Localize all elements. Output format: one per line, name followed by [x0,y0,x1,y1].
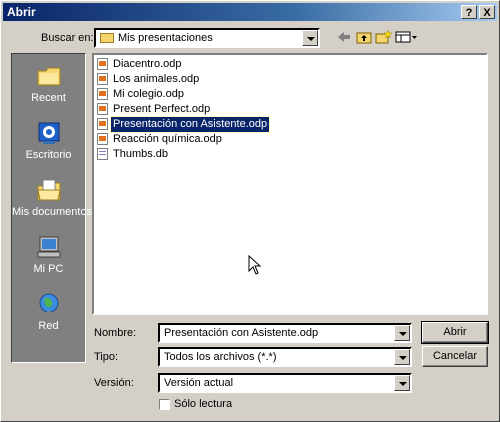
look-in-value: Mis presentaciones [118,32,213,44]
place-label: Mis documentos [12,206,93,218]
file-name: Present Perfect.odp [113,103,211,115]
presentation-file-icon [97,118,108,130]
file-name: Los animales.odp [113,73,200,85]
recent-folder-icon [37,67,61,86]
my-documents-icon [37,179,61,201]
readonly-label: Sólo lectura [174,398,233,410]
file-list[interactable]: Diacentro.odp Los animales.odp Mi colegi… [92,53,488,315]
cancel-button[interactable]: Cancelar [422,346,488,367]
look-in-label: Buscar en: [41,32,94,44]
file-name: Reacción química.odp [113,133,222,145]
presentation-file-icon [97,73,108,85]
chevron-down-icon[interactable] [302,30,318,46]
my-computer-icon [37,236,61,258]
network-icon [39,293,59,314]
folder-icon [100,33,114,43]
close-button[interactable]: X [479,5,495,19]
file-name: Presentación con Asistente.odp [109,116,271,133]
presentation-file-icon [97,58,108,70]
file-name: Mi colegio.odp [113,88,184,100]
new-folder-icon[interactable] [374,29,392,45]
place-recent[interactable]: Recent [12,60,85,116]
version-label: Versión: [94,377,134,389]
place-label: Mi PC [33,263,64,275]
name-field[interactable]: Presentación con Asistente.odp [158,323,412,343]
open-button[interactable]: Abrir [421,321,489,344]
place-desktop[interactable]: Escritorio [12,117,85,173]
look-in-combo[interactable]: Mis presentaciones [94,28,320,48]
presentation-file-icon [97,133,108,145]
place-label: Escritorio [25,149,72,161]
version-select[interactable]: Versión actual [158,373,412,393]
help-button[interactable]: ? [461,5,477,19]
open-dialog: Abrir ? X Buscar en: Mis presentaciones [0,0,500,422]
file-name: Thumbs.db [113,148,169,160]
name-value: Presentación con Asistente.odp [164,327,319,339]
window-title: Abrir [7,5,36,19]
presentation-file-icon [97,88,108,100]
version-value: Versión actual [164,377,234,389]
place-my-computer[interactable]: Mi PC [12,231,85,287]
place-network[interactable]: Red [12,288,85,344]
desktop-icon [38,122,60,144]
type-label: Tipo: [94,351,119,363]
view-menu-icon[interactable] [395,29,419,45]
chevron-down-icon[interactable] [394,349,410,365]
mouse-pointer-icon [248,255,262,275]
presentation-file-icon [97,103,108,115]
type-value: Todos los archivos (*.*) [164,351,277,363]
chevron-down-icon[interactable] [394,325,410,341]
place-label: Red [38,320,59,332]
places-bar: Recent Escritorio Mis documentos Mi PC R… [11,53,93,363]
place-my-documents[interactable]: Mis documentos [12,174,93,230]
file-type-select[interactable]: Todos los archivos (*.*) [158,347,412,367]
readonly-checkbox[interactable] [159,399,170,410]
file-name: Diacentro.odp [113,58,182,70]
place-label: Recent [31,92,66,104]
title-bar[interactable]: Abrir ? X [3,3,497,21]
database-file-icon [97,148,108,160]
chevron-down-icon[interactable] [394,375,410,391]
up-folder-icon[interactable] [355,29,373,45]
name-label: Nombre: [94,327,137,339]
back-arrow-icon[interactable] [335,29,353,45]
